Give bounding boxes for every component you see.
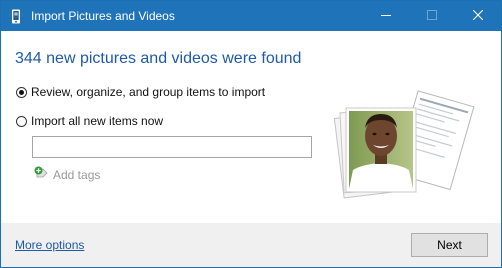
minimize-button[interactable] <box>363 1 409 31</box>
import-dialog: Import Pictures and Videos 344 new pictu… <box>0 0 502 268</box>
review-organize-option[interactable]: Review, organize, and group items to imp… <box>16 85 265 99</box>
maximize-icon <box>427 7 437 25</box>
photo-stack-illustration <box>327 86 487 201</box>
close-button[interactable] <box>455 1 501 31</box>
add-tag-icon <box>34 166 49 184</box>
minimize-icon <box>381 7 391 25</box>
title-bar[interactable]: Import Pictures and Videos <box>1 1 501 31</box>
review-organize-label: Review, organize, and group items to imp… <box>31 85 266 99</box>
next-button[interactable]: Next <box>411 233 488 257</box>
radio-button-unselected[interactable] <box>16 115 27 127</box>
add-tags-link[interactable]: Add tags <box>34 166 100 184</box>
person-photo <box>349 111 413 189</box>
close-icon <box>472 7 484 25</box>
import-all-option[interactable]: Import all new items now <box>16 114 163 128</box>
tags-input[interactable] <box>32 136 312 158</box>
import-all-label: Import all new items now <box>31 114 164 128</box>
radio-button-selected[interactable] <box>16 86 27 98</box>
maximize-button[interactable] <box>409 1 455 31</box>
dialog-footer: More options Next <box>1 223 501 267</box>
add-tags-label: Add tags <box>53 168 101 182</box>
window-title: Import Pictures and Videos <box>31 9 175 23</box>
more-options-link[interactable]: More options <box>15 238 84 252</box>
found-items-heading: 344 new pictures and videos were found <box>15 50 302 67</box>
camera-phone-icon <box>10 9 22 29</box>
